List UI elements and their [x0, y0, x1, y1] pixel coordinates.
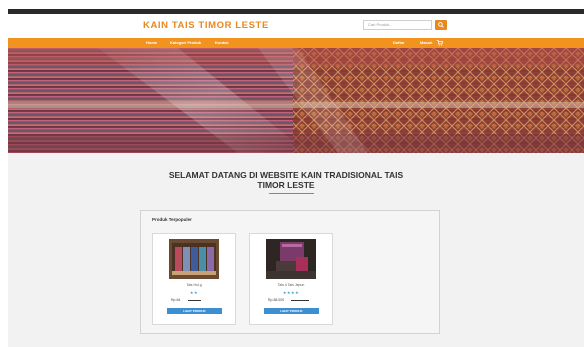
product-rating-stars: ★★★★ [282, 290, 300, 295]
product-image[interactable] [266, 239, 316, 279]
site-header: KAIN TAIS TIMOR LESTE Cari Produk... [8, 14, 584, 38]
panel-title: Produk Terpopuler [152, 217, 192, 222]
nav-home[interactable]: Home [146, 40, 157, 45]
welcome-line-1: SELAMAT DATANG DI WEBSITE KAIN TRADISION… [168, 170, 404, 180]
welcome-line-2: TIMOR LESTE [257, 180, 315, 190]
product-name[interactable]: Tais 4 Tais Jepun [250, 283, 332, 287]
main-nav: Home Kategori Produk Kontak Daftar Masuk [8, 38, 584, 48]
nav-kontak[interactable]: Kontak [215, 40, 229, 45]
search-input[interactable]: Cari Produk... [363, 20, 432, 30]
welcome-heading: SELAMAT DATANG DI WEBSITE KAIN TRADISION… [136, 170, 436, 190]
product-card[interactable]: Tais 4 Tais Jepun ★★★★ Rp.68.000 LIHAT P… [249, 233, 333, 325]
nav-daftar[interactable]: Daftar [393, 40, 405, 45]
main-content: SELAMAT DATANG DI WEBSITE KAIN TRADISION… [8, 153, 584, 347]
view-product-button[interactable]: LIHAT PRODUK [167, 308, 222, 314]
product-price: Rp.64 [171, 298, 181, 302]
view-product-button[interactable]: LIHAT PRODUK [264, 308, 319, 314]
heading-underline [269, 193, 314, 194]
popular-products-panel: Produk Terpopuler Tais Hol.g ★★ Rp.64 LI… [140, 210, 440, 334]
product-price: Rp.68.000 [268, 298, 285, 302]
product-card[interactable]: Tais Hol.g ★★ Rp.64 LIHAT PRODUK [152, 233, 236, 325]
hero-banner-image [8, 48, 584, 153]
product-rating-stars: ★★ [189, 290, 199, 295]
product-name[interactable]: Tais Hol.g [153, 283, 235, 287]
nav-masuk[interactable]: Masuk [420, 40, 432, 45]
nav-kategori-produk[interactable]: Kategori Produk [170, 40, 201, 45]
search-button[interactable] [435, 20, 447, 30]
cart-icon[interactable] [436, 39, 443, 46]
old-price-strike [188, 300, 201, 301]
site-brand[interactable]: KAIN TAIS TIMOR LESTE [143, 20, 269, 31]
old-price-strike [291, 300, 309, 301]
product-image[interactable] [169, 239, 219, 279]
search-icon [438, 22, 444, 28]
